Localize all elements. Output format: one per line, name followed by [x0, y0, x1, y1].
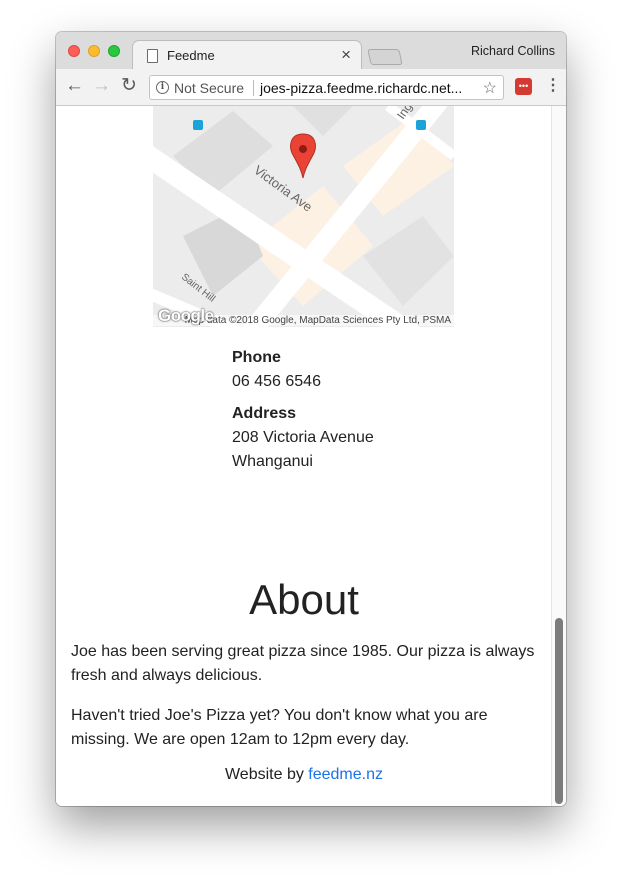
- browser-tab[interactable]: Feedme ×: [132, 40, 362, 70]
- forward-arrow-icon[interactable]: →: [92, 76, 111, 96]
- new-tab-button[interactable]: [367, 49, 403, 65]
- bookmark-star-icon[interactable]: ☆: [483, 78, 497, 98]
- maximize-window-button[interactable]: [108, 45, 120, 57]
- contact-info: Phone 06 456 6546 Address 208 Victoria A…: [232, 346, 374, 474]
- location-map[interactable]: Victoria Ave Ing Saint Hill Map data ©20…: [153, 106, 454, 327]
- phone-label: Phone: [232, 349, 281, 366]
- footer: Website by feedme.nz: [56, 766, 552, 784]
- address-line-1: 208 Victoria Avenue: [232, 429, 374, 446]
- phone-number: 06 456 6546: [232, 373, 321, 390]
- info-icon[interactable]: i: [156, 81, 169, 94]
- reload-icon[interactable]: ↻: [121, 76, 137, 96]
- scrollbar-thumb[interactable]: [555, 618, 563, 804]
- close-window-button[interactable]: [68, 45, 80, 57]
- google-logo[interactable]: Google: [158, 306, 214, 326]
- tab-close-icon[interactable]: ×: [341, 45, 351, 65]
- about-paragraph-1: Joe has been serving great pizza since 1…: [71, 643, 535, 684]
- extension-icon[interactable]: •••: [515, 78, 532, 95]
- tab-title: Feedme: [167, 48, 215, 63]
- page-icon: [147, 49, 158, 63]
- browser-toolbar: ← → ↻ i Not Secure joes-pizza.feedme.ric…: [56, 69, 566, 106]
- page-content: Victoria Ave Ing Saint Hill Map data ©20…: [56, 106, 566, 806]
- title-bar: Feedme × Richard Collins: [56, 32, 566, 70]
- address-label: Address: [232, 405, 297, 422]
- security-label[interactable]: Not Secure: [174, 80, 244, 96]
- scrollbar[interactable]: [551, 106, 566, 806]
- profile-name[interactable]: Richard Collins: [471, 44, 555, 58]
- browser-window: Feedme × Richard Collins ← → ↻ i Not Sec…: [56, 32, 566, 806]
- address-line-2: Whanganui: [232, 453, 313, 470]
- bus-stop-icon-2: [416, 120, 426, 130]
- feedme-link[interactable]: feedme.nz: [308, 766, 383, 783]
- about-heading: About: [249, 576, 359, 623]
- footer-prefix: Website by: [224, 766, 309, 783]
- minimize-window-button[interactable]: [88, 45, 100, 57]
- about-paragraph-2: Haven't tried Joe's Pizza yet? You don't…: [71, 707, 488, 748]
- address-bar[interactable]: i Not Secure joes-pizza.feedme.richardc.…: [149, 75, 504, 100]
- url-text[interactable]: joes-pizza.feedme.richardc.net...: [260, 80, 462, 96]
- bus-stop-icon: [193, 120, 203, 130]
- back-arrow-icon[interactable]: ←: [65, 76, 84, 96]
- map-canvas: Victoria Ave Ing Saint Hill: [153, 106, 454, 327]
- address-divider: [253, 80, 254, 96]
- menu-kebab-icon[interactable]: ⋮: [545, 75, 561, 95]
